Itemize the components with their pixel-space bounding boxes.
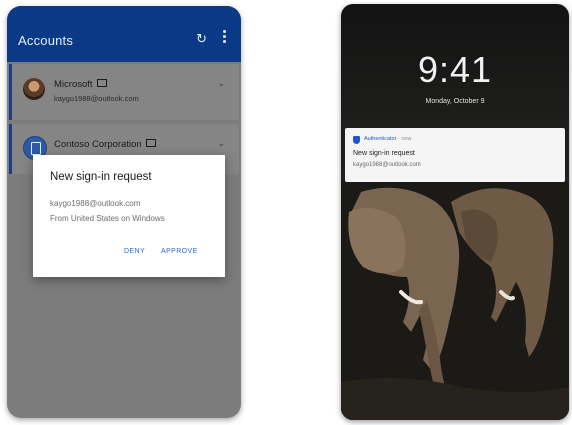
elephant-wallpaper-image (341, 182, 569, 420)
sign-in-notification[interactable]: Authenticator · now New sign-in request … (345, 128, 565, 182)
app-bar-title: Accounts (18, 33, 74, 48)
notification-time: now (401, 136, 412, 142)
authenticator-shield-icon (353, 136, 360, 144)
dialog-title: New sign-in request (50, 171, 152, 183)
notification-title: New sign-in request (353, 150, 415, 157)
deny-button[interactable]: DENY (124, 248, 145, 255)
account-email: kaygo1988@outlook.com (54, 94, 139, 103)
notification-body: kaygo1988@outlook.com (353, 162, 421, 168)
avatar (23, 78, 45, 100)
sign-in-request-dialog: New sign-in request kaygo1988@outlook.co… (33, 155, 225, 277)
elephants-illustration (341, 182, 569, 420)
account-card-microsoft[interactable]: Microsoft kaygo1988@outlook.com ⌄ (9, 64, 239, 120)
account-name: Contoso Corporation (54, 139, 142, 150)
app-bar: Accounts ↻ (7, 6, 241, 62)
work-badge-icon (145, 139, 156, 148)
authenticator-phone-screen: Accounts ↻ Microsoft kaygo1988@outlook.c… (7, 6, 241, 418)
more-vert-icon[interactable] (223, 30, 227, 44)
approve-button[interactable]: APPROVE (161, 248, 198, 255)
chevron-down-icon[interactable]: ⌄ (217, 138, 225, 149)
refresh-icon[interactable]: ↻ (196, 31, 207, 47)
account-name: Microsoft (54, 79, 93, 90)
dialog-email: kaygo1988@outlook.com (50, 199, 141, 208)
lock-screen-clock: 9:41 (417, 49, 493, 90)
notification-app-name: Authenticator (364, 136, 397, 142)
lock-screen-date: Monday, October 9 (425, 98, 485, 105)
dialog-location: From United States on Windows (50, 214, 165, 223)
lock-screen-phone: 9:41 Monday, October 9 Authenticator · n… (341, 4, 569, 420)
chevron-down-icon[interactable]: ⌄ (217, 78, 225, 89)
notification-separator: · (397, 136, 400, 142)
work-badge-icon (96, 79, 107, 88)
